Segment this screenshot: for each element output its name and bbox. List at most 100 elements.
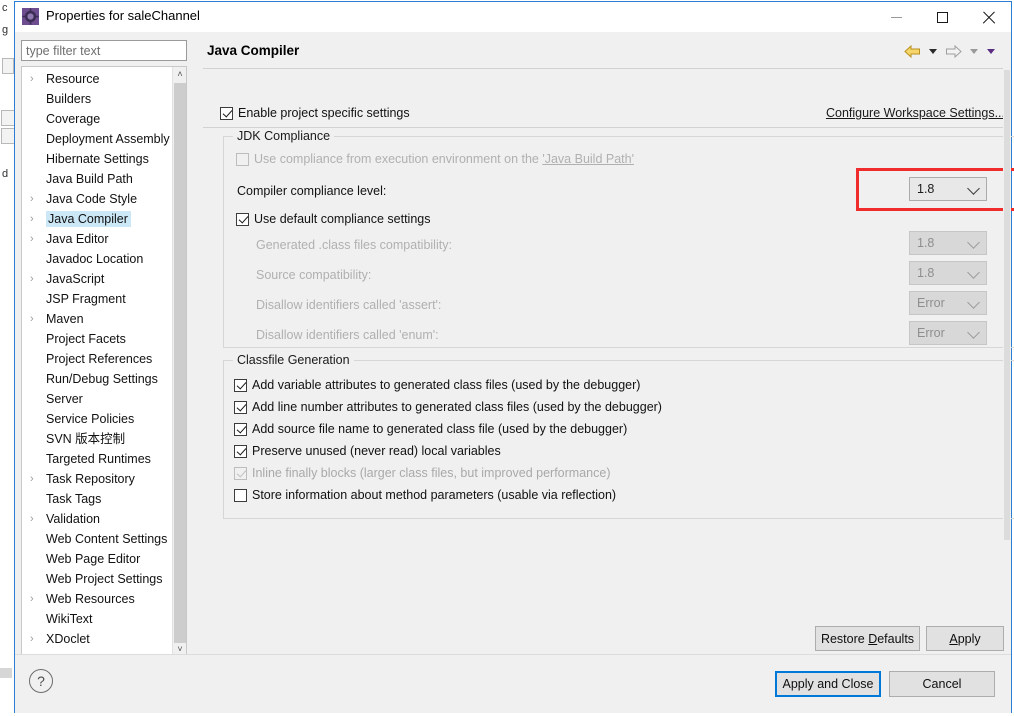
disallow-assert-value: Error [917, 296, 945, 310]
sidebar-item-label: Deployment Assembly [46, 132, 170, 146]
scrollbar-thumb[interactable] [1004, 70, 1010, 540]
sidebar-item-xdoclet[interactable]: › XDoclet [22, 629, 174, 649]
generated-class-compatibility-value: 1.8 [917, 236, 935, 250]
sidebar-item-java-build-path[interactable]: Java Build Path [22, 169, 174, 189]
chevron-right-icon[interactable]: › [30, 69, 40, 89]
bg-icon-box [1, 110, 15, 126]
sidebar-item-label: XDoclet [46, 632, 90, 646]
sidebar-item-resource[interactable]: › Resource [22, 69, 174, 89]
restore-defaults-button[interactable]: Restore Defaults [815, 626, 920, 651]
sidebar-item-server[interactable]: Server [22, 389, 174, 409]
classfile-option-checkbox[interactable]: Store information about method parameter… [234, 484, 662, 506]
cancel-button[interactable]: Cancel [889, 671, 995, 697]
sidebar-item-web-content-settings[interactable]: Web Content Settings [22, 529, 174, 549]
sidebar-item-coverage[interactable]: Coverage [22, 109, 174, 129]
classfile-option-checkbox[interactable]: Preserve unused (never read) local varia… [234, 440, 662, 462]
chevron-down-icon [967, 326, 980, 339]
dialog-footer: ? Apply and Close Cancel [15, 654, 1011, 713]
forward-history-dropdown[interactable] [967, 42, 980, 60]
sidebar-item-task-tags[interactable]: Task Tags [22, 489, 174, 509]
back-arrow-icon[interactable] [902, 42, 922, 60]
chevron-right-icon[interactable]: › [30, 229, 40, 249]
sidebar-item-label: Web Content Settings [46, 532, 168, 546]
filter-box[interactable] [21, 40, 187, 61]
view-menu-dropdown[interactable] [984, 42, 997, 60]
sidebar-item-hibernate-settings[interactable]: Hibernate Settings [22, 149, 174, 169]
checkbox-icon [236, 152, 249, 166]
forward-arrow-icon[interactable] [943, 42, 963, 60]
sidebar-item-javadoc-location[interactable]: Javadoc Location [22, 249, 174, 269]
chevron-down-icon [967, 182, 980, 195]
sidebar-item-web-page-editor[interactable]: Web Page Editor [22, 549, 174, 569]
sidebar-item-label: Hibernate Settings [46, 152, 149, 166]
classfile-option-label: Preserve unused (never read) local varia… [252, 444, 501, 458]
sidebar-item-java-compiler[interactable]: › Java Compiler [22, 209, 174, 229]
sidebar-item-builders[interactable]: Builders [22, 89, 174, 109]
checkbox-icon [220, 106, 233, 120]
checkbox-icon [234, 488, 247, 502]
chevron-right-icon[interactable]: › [30, 509, 40, 529]
close-button[interactable] [965, 2, 1011, 32]
sidebar-item-project-facets[interactable]: Project Facets [22, 329, 174, 349]
classfile-option-label: Add line number attributes to generated … [252, 400, 662, 414]
scrollbar-thumb[interactable] [174, 83, 186, 643]
sidebar-item-label: JSP Fragment [46, 292, 126, 306]
disallow-enum-label: Disallow identifiers called 'enum': [256, 328, 439, 342]
chevron-right-icon[interactable]: › [30, 209, 40, 229]
minimize-button[interactable] [873, 2, 919, 32]
apply-button[interactable]: Apply [926, 626, 1004, 651]
sidebar-item-run-debug-settings[interactable]: Run/Debug Settings [22, 369, 174, 389]
page-title: Java Compiler [207, 43, 300, 58]
compiler-compliance-level-dropdown[interactable]: 1.8 [909, 177, 987, 201]
sidebar-item-javascript[interactable]: › JavaScript [22, 269, 174, 289]
classfile-option-label: Add variable attributes to generated cla… [252, 378, 641, 392]
search-input[interactable] [22, 41, 186, 60]
help-question-icon[interactable]: ? [29, 669, 53, 693]
settings-tree[interactable]: › Resource Builders Coverage Deployment Asse… [21, 66, 187, 657]
chevron-right-icon[interactable]: › [30, 629, 40, 649]
sidebar-item-service-policies[interactable]: Service Policies [22, 409, 174, 429]
sidebar-item-targeted-runtimes[interactable]: Targeted Runtimes [22, 449, 174, 469]
chevron-down-icon [967, 296, 980, 309]
sidebar-item-java-code-style[interactable]: › Java Code Style [22, 189, 174, 209]
eclipse-properties-icon [22, 8, 39, 25]
use-default-compliance-settings-checkbox[interactable]: Use default compliance settings [236, 212, 430, 226]
sidebar-item-task-repository[interactable]: › Task Repository [22, 469, 174, 489]
chevron-right-icon[interactable]: › [30, 309, 40, 329]
back-history-dropdown[interactable] [926, 42, 939, 60]
sidebar-item-web-project-settings[interactable]: Web Project Settings [22, 569, 174, 589]
chevron-right-icon[interactable]: › [30, 589, 40, 609]
classfile-option-label: Store information about method parameter… [252, 488, 617, 502]
classfile-option-checkbox[interactable]: Add source file name to generated class … [234, 418, 662, 440]
content-pane: Java Compiler Enable project specific se… [195, 32, 1014, 654]
configure-workspace-settings-link[interactable]: Configure Workspace Settings... [826, 106, 1005, 120]
apply-and-close-button[interactable]: Apply and Close [775, 671, 881, 697]
maximize-icon [936, 11, 948, 23]
sidebar-item-validation[interactable]: › Validation [22, 509, 174, 529]
java-build-path-link[interactable]: 'Java Build Path' [542, 152, 634, 166]
sidebar-item-web-resources[interactable]: › Web Resources [22, 589, 174, 609]
chevron-right-icon[interactable]: › [30, 269, 40, 289]
content-vertical-scrollbar[interactable] [1003, 70, 1011, 654]
classfile-option-checkbox[interactable]: Add variable attributes to generated cla… [234, 374, 662, 396]
sidebar-item-maven[interactable]: › Maven [22, 309, 174, 329]
sidebar-item-label: Service Policies [46, 412, 135, 426]
classfile-generation-group: Classfile Generation Add variable attrib… [223, 353, 1014, 519]
tree-vertical-scrollbar[interactable]: ˄ ˅ [172, 67, 186, 656]
chevron-right-icon[interactable]: › [30, 469, 40, 489]
sidebar-item-java-editor[interactable]: › Java Editor [22, 229, 174, 249]
sidebar-item-svn[interactable]: SVN 版本控制 [22, 429, 174, 449]
chevron-down-icon [986, 48, 995, 54]
chevron-right-icon[interactable]: › [30, 189, 40, 209]
sidebar-item-deployment-assembly[interactable]: Deployment Assembly [22, 129, 174, 149]
sidebar-item-project-references[interactable]: Project References [22, 349, 174, 369]
maximize-button[interactable] [919, 2, 965, 32]
scroll-up-icon[interactable]: ˄ [173, 67, 186, 81]
source-compatibility-dropdown: 1.8 [909, 261, 987, 285]
sidebar-item-wikitext[interactable]: WikiText [22, 609, 174, 629]
classfile-option-checkbox[interactable]: Add line number attributes to generated … [234, 396, 662, 418]
enable-project-specific-settings-checkbox[interactable]: Enable project specific settings [220, 106, 410, 120]
sidebar-item-jsp-fragment[interactable]: JSP Fragment [22, 289, 174, 309]
checkbox-icon [234, 466, 247, 480]
properties-dialog: Properties for saleChannel › Resource Buil… [14, 1, 1014, 713]
